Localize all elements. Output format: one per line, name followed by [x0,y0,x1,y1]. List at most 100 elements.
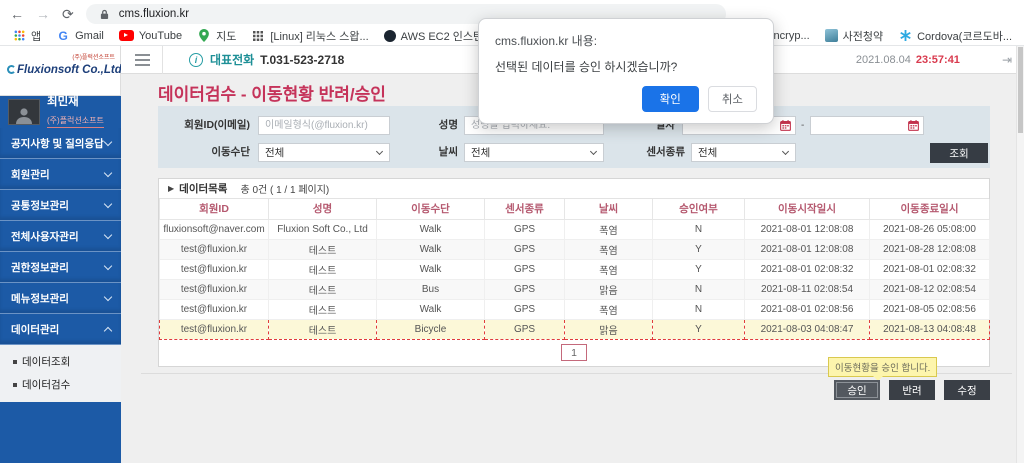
sidebar-item-permissions[interactable]: 권한정보관리 [0,252,121,283]
table-row[interactable]: fluxionsoft@naver.com Fluxion Soft Co., L… [159,218,990,240]
sidebar-menu: 공지사항 및 질의응답 회원관리 공통정보관리 전체사용자관리 권한정보관리 메… [0,128,121,402]
calendar-icon [908,120,919,131]
map-pin-icon [197,29,211,43]
back-icon[interactable]: ← [10,7,24,21]
cordova-icon [898,29,912,43]
header-divider [162,45,163,74]
aws-icon [383,29,396,42]
sidebar-item-all-users[interactable]: 전체사용자관리 [0,221,121,252]
table-row-selected[interactable]: test@fluxion.kr 테스트 Bicycle GPS 맑음 Y 2021-08-0… [159,318,990,340]
col-approved: 승인여부 [652,199,745,220]
table-row[interactable]: test@fluxion.kr 테스트 Walk GPS 폭염 Y 2021-08-01 1… [159,238,990,260]
chevron-down-icon [103,230,113,239]
user-profile: 최민재 (주)플럭션소프트 [0,96,121,128]
scrollbar-thumb[interactable] [1018,47,1023,133]
grid-favicon [251,29,265,43]
chevron-down-icon [375,147,384,156]
chevron-down-icon [103,292,113,301]
logo-company-small: (주)플럭션소프트 [72,55,115,61]
bullet-icon [13,359,17,364]
date-to-input[interactable] [810,116,924,135]
profile-name: 최민재 [47,96,79,109]
col-sensor: 센서종류 [484,199,565,220]
chevron-up-icon [103,326,113,335]
table-row[interactable]: test@fluxion.kr 테스트 Bus GPS 맑음 N 2021-08-11 02… [159,278,990,300]
name-label: 성명 [438,119,458,131]
bookmark-youtube[interactable]: YouTube [118,30,182,42]
sidebar-submenu: 데이터조회 데이터검수 [0,345,121,402]
dialog-cancel-button[interactable]: 취소 [707,86,757,112]
forward-icon[interactable]: → [36,7,50,21]
avatar [8,99,40,125]
sensor-label: 센서종류 [646,146,685,158]
lock-icon [98,7,112,21]
chevron-down-icon [103,261,113,270]
list-title: 데이터목록 [179,183,228,195]
bookmark-apps[interactable]: 앱 [12,28,41,44]
apps-grid-icon [12,29,26,43]
chevron-down-icon [781,147,790,156]
dialog-buttons: 확인 취소 [495,86,757,112]
presale-icon [824,29,838,42]
youtube-icon [118,30,134,41]
list-count: 총 0건 ( 1 / 1 페이지) [240,185,330,196]
sidebar-subitem-data-view[interactable]: 데이터조회 [0,350,121,373]
reload-icon[interactable]: ⟳ [62,7,74,21]
sensor-select[interactable]: 전체 [691,143,796,162]
col-name: 성명 [268,199,377,220]
bookmark-linux[interactable]: [Linux] 리눅스 스왑... [251,28,369,44]
chevron-down-icon [103,199,113,208]
sidebar-item-menu-info[interactable]: 메뉴정보관리 [0,283,121,314]
reject-button[interactable]: 반려 [889,380,935,400]
bookmark-cordova[interactable]: Cordova(코르도바... [898,28,1012,44]
approve-button[interactable]: 승인 [834,380,880,400]
sidebar-item-notice[interactable]: 공지사항 및 질의응답 [0,128,121,159]
triangle-icon: ▶ [168,184,175,193]
sidebar-item-common-info[interactable]: 공통정보관리 [0,190,121,221]
sidebar-subitem-data-review[interactable]: 데이터검수 [0,373,121,396]
bookmark-presale[interactable]: 사전청약 [824,28,883,44]
col-start-datetime: 이동시작일시 [744,199,870,220]
page-title: 데이터검수 - 이동현황 반려/승인 [158,85,386,104]
list-header: ▶ 데이터목록 총 0건 ( 1 / 1 페이지) [159,179,989,199]
dialog-message: 선택된 데이터를 승인 하시겠습니까? [495,60,678,74]
url-text: cms.fluxion.kr [118,8,190,20]
approve-tooltip: 이동현황을 승인 합니다. [828,357,938,381]
google-g-icon: G [58,28,68,43]
profile-company: (주)플럭션소프트 [47,115,104,128]
collapse-panel-icon[interactable]: ⇥ [1002,53,1012,67]
phone-label: 대표전화 [210,53,255,67]
table-row[interactable]: test@fluxion.kr 테스트 Walk GPS 폭염 N 2021-08-01 0… [159,298,990,320]
bookmark-maps[interactable]: 지도 [197,28,236,44]
sidebar-item-data-mgmt[interactable]: 데이터관리 [0,314,121,345]
edit-button[interactable]: 수정 [944,380,990,400]
bookmark-gmail[interactable]: G Gmail [56,28,103,43]
hamburger-menu-icon[interactable] [135,51,150,69]
dialog-title: cms.fluxion.kr 내용: [495,34,598,48]
header-right: 2021.08.04 23:57:41 ⇥ [856,53,1024,67]
sidebar-item-members[interactable]: 회원관리 [0,159,121,190]
current-date: 2021.08.04 [855,53,911,66]
search-button[interactable]: 조회 [930,143,988,163]
table-row[interactable]: test@fluxion.kr 테스트 Walk GPS 폭염 Y 2021-08-01 0… [159,258,990,280]
col-member-id: 회원ID [159,199,269,220]
calendar-icon [780,120,791,131]
logo-text: Fluxionsoft Co.,Ltd [7,64,122,76]
chevron-down-icon [103,137,113,146]
page-1-button[interactable]: 1 [561,344,587,361]
weather-select[interactable]: 전체 [464,143,604,162]
app-logo: (주)플럭션소프트 Fluxionsoft Co.,Ltd [0,46,122,96]
member-id-label: 회원ID(이메일) [184,119,250,131]
date-range-separator: - [801,120,805,131]
transport-select[interactable]: 전체 [258,143,390,162]
col-weather: 날씨 [564,199,653,220]
member-id-input[interactable] [258,116,390,135]
action-buttons: 승인 반려 수정 [158,380,990,400]
vertical-scrollbar[interactable] [1016,46,1024,463]
sidebar: (주)플럭션소프트 Fluxionsoft Co.,Ltd 최민재 (주)플럭션… [0,46,122,463]
info-icon: i [189,52,203,67]
current-time: 23:57:41 [915,53,960,66]
weather-label: 날씨 [438,146,458,158]
dialog-confirm-button[interactable]: 확인 [641,86,699,112]
chevron-down-icon [589,147,598,156]
